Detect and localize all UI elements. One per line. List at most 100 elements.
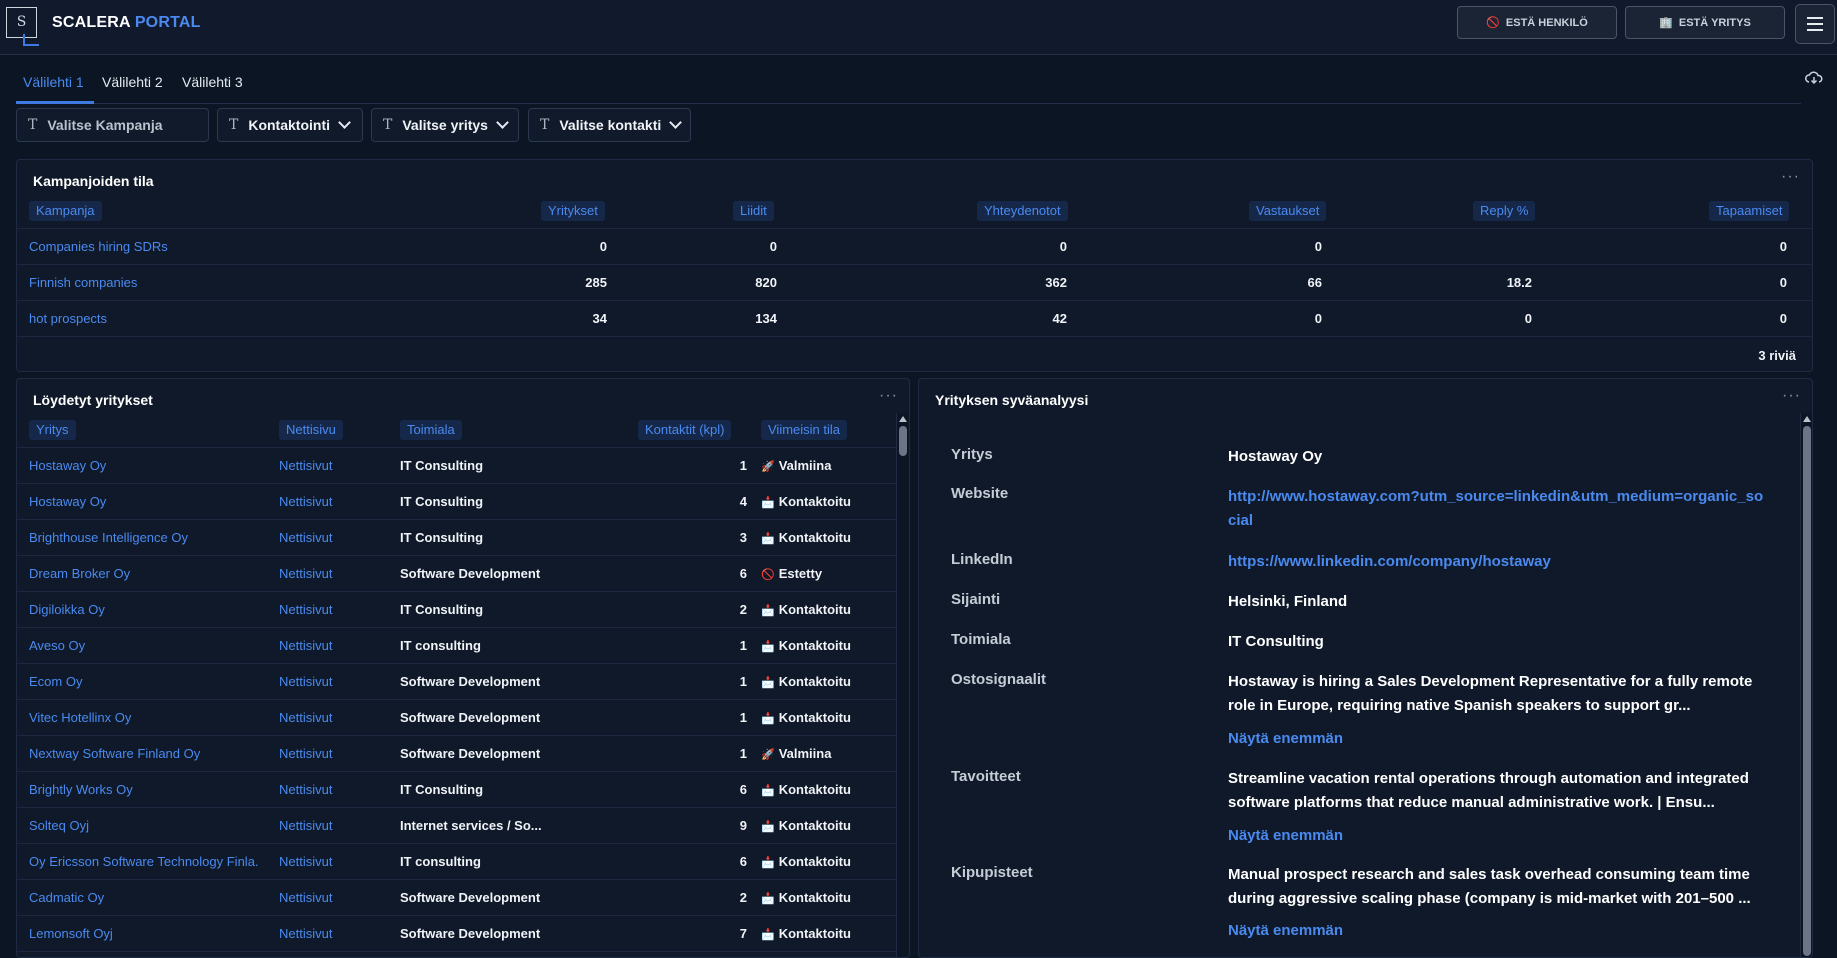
status-label: Kontaktoitu — [778, 854, 851, 869]
status-label: Kontaktoitu — [778, 494, 851, 509]
tab-2[interactable]: Välilehti 2 — [102, 74, 163, 90]
company-name-link[interactable]: Oy Ericsson Software Technology Finla... — [29, 854, 259, 869]
website-link[interactable]: Nettisivut — [279, 602, 332, 617]
contact-count: 9 — [739, 818, 747, 833]
status-label: Kontaktoitu — [778, 638, 851, 653]
scroll-thumb[interactable] — [899, 426, 907, 456]
block-company-button[interactable]: 🏢 ESTÄ YRITYS — [1625, 6, 1785, 39]
status-label: Estetty — [778, 566, 823, 581]
website-link[interactable]: Nettisivut — [279, 458, 332, 473]
scrollbar[interactable] — [896, 413, 908, 957]
tab-bar: Välilehti 1 Välilehti 2 Välilehti 3 — [16, 56, 1801, 104]
column-header[interactable]: Reply % — [1473, 201, 1536, 221]
cloud-download-icon[interactable] — [1805, 71, 1823, 85]
contact-select[interactable]: T Valitse kontakti — [528, 108, 691, 142]
column-header[interactable]: Liidit — [733, 201, 774, 221]
scroll-up-arrow[interactable] — [1803, 416, 1811, 422]
column-header[interactable]: Viimeisin tila — [761, 420, 848, 440]
panel-title: Kampanjoiden tila — [33, 173, 154, 189]
company-select[interactable]: T Valitse yritys — [371, 108, 519, 142]
company-name-link[interactable]: Hostaway Oy — [29, 458, 259, 473]
scrollbar[interactable] — [1800, 413, 1812, 957]
column-header[interactable]: Yritykset — [541, 201, 605, 221]
column-header[interactable]: Yhteydenotot — [977, 201, 1068, 221]
field-label-location: Sijainti — [951, 591, 1001, 608]
industry-cell: Software Development — [400, 566, 541, 581]
field-value-goals: Streamline vacation rental operations th… — [1228, 770, 1749, 811]
contact-count: 1 — [739, 458, 747, 473]
company-name-link[interactable]: Aveso Oy — [29, 638, 259, 653]
field-value-location: Helsinki, Finland — [1228, 593, 1348, 610]
hamburger-menu-button[interactable] — [1795, 4, 1835, 44]
website-link[interactable]: Nettisivut — [279, 674, 332, 689]
show-more-goals-link[interactable]: Näytä enemmän — [1228, 827, 1343, 844]
website-link[interactable]: Nettisivut — [279, 638, 332, 653]
status-icon: 📩 — [761, 893, 775, 905]
company-name-link[interactable]: Digiloikka Oy — [29, 602, 259, 617]
field-label-linkedin: LinkedIn — [951, 551, 1013, 568]
website-link[interactable]: Nettisivut — [279, 566, 332, 581]
company-name-link[interactable]: Cadmatic Oy — [29, 890, 259, 905]
scroll-up-arrow[interactable] — [899, 416, 907, 422]
company-name-link[interactable]: Hostaway Oy — [29, 494, 259, 509]
website-link[interactable]: Nettisivut — [279, 926, 332, 941]
website-link[interactable]: Nettisivut — [279, 782, 332, 797]
campaign-status-panel: Kampanjoiden tila ··· Kampanja Yritykset… — [16, 159, 1813, 372]
column-header[interactable]: Kontaktit (kpl) — [638, 420, 732, 440]
status-icon: 📩 — [761, 713, 775, 725]
more-options-icon[interactable]: ··· — [1781, 168, 1800, 186]
website-link[interactable]: Nettisivut — [279, 710, 332, 725]
company-name-link[interactable]: Nextway Software Finland Oy — [29, 746, 259, 761]
company-name-link[interactable]: Brightly Works Oy — [29, 782, 259, 797]
website-link[interactable]: Nettisivut — [279, 530, 332, 545]
website-link[interactable]: Nettisivut — [279, 746, 332, 761]
status-badge: 🚀 Valmiina — [761, 746, 831, 761]
status-label: Valmiina — [778, 458, 832, 473]
tab-1[interactable]: Välilehti 1 — [23, 74, 84, 90]
status-icon: 📩 — [761, 605, 775, 617]
website-link[interactable]: Nettisivut — [279, 854, 332, 869]
industry-cell: IT Consulting — [400, 602, 484, 617]
status-label: Kontaktoitu — [778, 926, 851, 941]
website-link[interactable]: Nettisivut — [279, 890, 332, 905]
industry-cell: IT Consulting — [400, 494, 484, 509]
contact-count: 1 — [739, 746, 747, 761]
column-header[interactable]: Yritys — [29, 420, 76, 440]
more-options-icon[interactable]: ··· — [879, 387, 898, 405]
more-options-icon[interactable]: ··· — [1782, 387, 1801, 405]
company-name-link[interactable]: Vitec Hotellinx Oy — [29, 710, 259, 725]
campaign-select[interactable]: T Valitse Kampanja — [16, 108, 209, 142]
show-more-pain-link[interactable]: Näytä enemmän — [1228, 922, 1343, 939]
website-link[interactable]: Nettisivut — [279, 494, 332, 509]
column-header[interactable]: Vastaukset — [1249, 201, 1327, 221]
website-link[interactable]: Nettisivut — [279, 818, 332, 833]
company-name-link[interactable]: Ecom Oy — [29, 674, 259, 689]
status-label: Kontaktoitu — [778, 818, 851, 833]
status-badge: 🚀 Valmiina — [761, 458, 831, 473]
block-icon: 🚫 — [1486, 17, 1500, 29]
company-name-link[interactable]: Solteq Oyj — [29, 818, 259, 833]
scroll-thumb[interactable] — [1803, 426, 1811, 956]
field-label-signals: Ostosignaalit — [951, 671, 1047, 688]
column-header[interactable]: Tapaamiset — [1709, 201, 1790, 221]
status-icon: 📩 — [761, 641, 775, 653]
company-name-link[interactable]: Dream Broker Oy — [29, 566, 259, 581]
contact-count: 1 — [739, 674, 747, 689]
field-label-goals: Tavoitteet — [951, 768, 1021, 785]
company-name-link[interactable]: Lemonsoft Oyj — [29, 926, 259, 941]
text-type-icon: T — [229, 117, 239, 133]
website-link[interactable]: http://www.hostaway.com?utm_source=linke… — [1228, 485, 1768, 533]
column-header[interactable]: Toimiala — [400, 420, 462, 440]
status-badge: 📩 Kontaktoitu — [761, 854, 851, 869]
tab-3[interactable]: Välilehti 3 — [182, 74, 243, 90]
block-person-button[interactable]: 🚫 ESTÄ HENKILÖ — [1457, 6, 1617, 39]
contacting-select[interactable]: T Kontaktointi — [217, 108, 363, 142]
company-name-link[interactable]: Brighthouse Intelligence Oy — [29, 530, 259, 545]
show-more-signals-link[interactable]: Näytä enemmän — [1228, 730, 1343, 747]
company-deep-analysis-panel: Yrityksen syväanalyysi ··· Yritys Hostaw… — [918, 378, 1813, 958]
row-count: 3 riviä — [1758, 348, 1796, 363]
column-header[interactable]: Nettisivu — [279, 420, 343, 440]
linkedin-link[interactable]: https://www.linkedin.com/company/hostawa… — [1228, 550, 1768, 574]
column-header[interactable]: Kampanja — [29, 201, 102, 221]
status-icon: 📩 — [761, 533, 775, 545]
